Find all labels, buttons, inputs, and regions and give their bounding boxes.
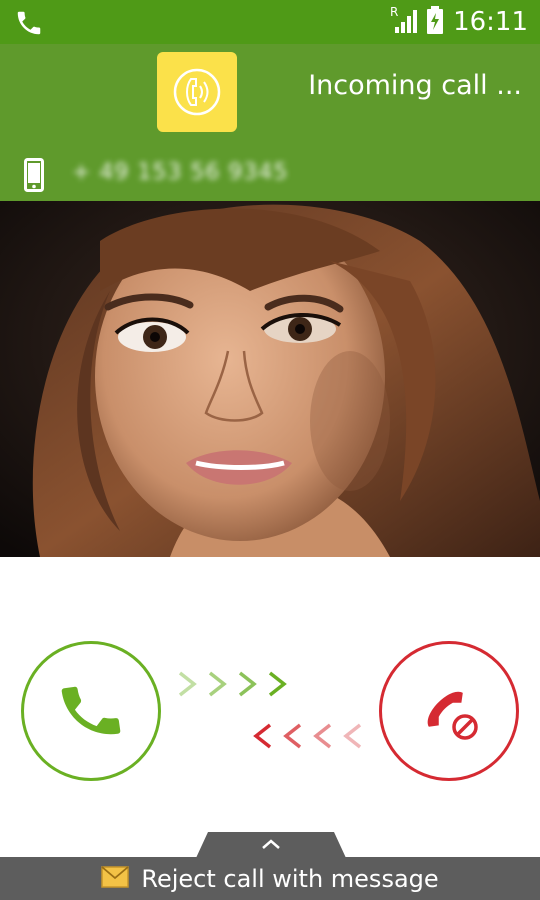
- caller-photo: [0, 201, 540, 557]
- phone-reject-icon: [427, 691, 478, 740]
- signal-icon: R: [389, 5, 419, 39]
- status-indicators: R 16:11: [383, 5, 528, 39]
- phone-icon: [14, 8, 44, 38]
- battery-charging-icon: [425, 5, 445, 39]
- status-bar: R 16:11: [0, 0, 540, 44]
- status-time: 16:11: [453, 7, 528, 37]
- reject-swipe-arrows: [252, 721, 368, 751]
- incoming-call-title: Incoming call ...: [308, 70, 522, 101]
- reject-message-handle[interactable]: [196, 832, 346, 858]
- caller-number: + 49 153 56 9345: [72, 160, 289, 185]
- phone-answer-icon: [61, 686, 121, 735]
- call-header: Incoming call ... + 49 153 56 9345: [0, 44, 540, 201]
- answer-call-button[interactable]: [21, 641, 161, 781]
- reject-call-button[interactable]: [379, 641, 519, 781]
- mobile-phone-icon: [24, 158, 44, 192]
- call-actions: [0, 557, 540, 833]
- reject-with-message-label: Reject call with message: [141, 864, 439, 893]
- envelope-icon: [101, 865, 130, 892]
- network-label: R: [390, 5, 398, 19]
- reject-with-message-bar[interactable]: Reject call with message: [0, 857, 540, 900]
- answer-swipe-arrows: [176, 669, 292, 699]
- phone-call-icon: [157, 52, 237, 132]
